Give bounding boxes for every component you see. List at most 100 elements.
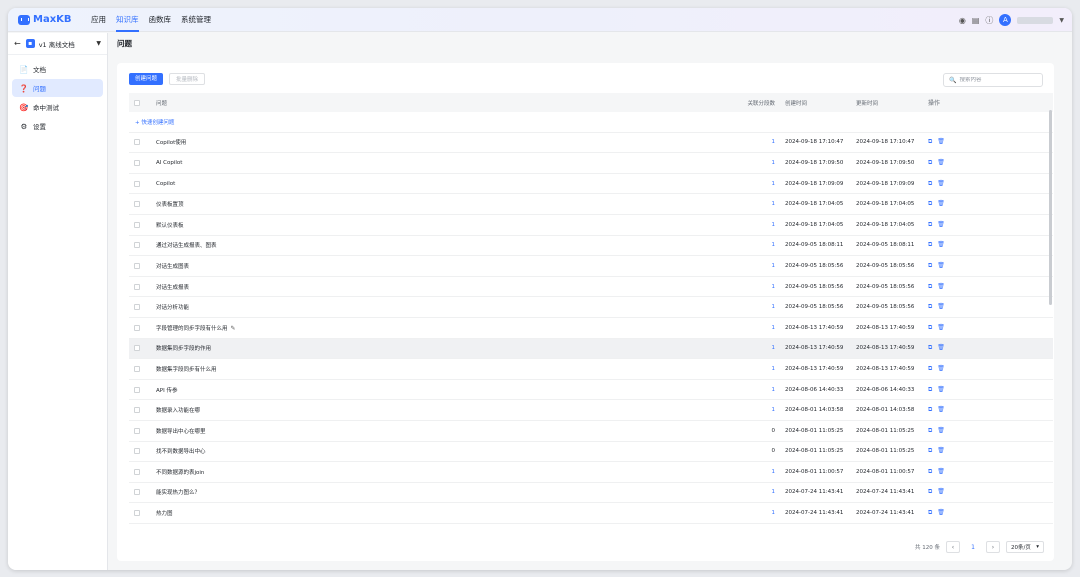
link-icon[interactable]: ⧉ (928, 386, 932, 394)
table-row[interactable]: 对话分析功能 1 2024-09-05 18:05:56 2024-09-05 18:… (129, 297, 1053, 318)
delete-icon[interactable]: 🗑 (937, 241, 945, 249)
nav-item-3[interactable]: 系统管理 (176, 8, 216, 32)
delete-icon[interactable]: 🗑 (937, 283, 945, 291)
link-icon[interactable]: ⧉ (928, 159, 932, 167)
link-icon[interactable]: ⧉ (928, 406, 932, 414)
row-checkbox[interactable] (134, 468, 140, 475)
link-icon[interactable]: ⧉ (928, 221, 932, 229)
link-icon[interactable]: ⧉ (928, 262, 932, 270)
delete-icon[interactable]: 🗑 (937, 386, 945, 394)
row-checkbox[interactable] (134, 489, 140, 496)
link-icon[interactable]: ⧉ (928, 200, 932, 208)
delete-icon[interactable]: 🗑 (937, 468, 945, 476)
chevron-down-icon[interactable]: ▼ (1059, 17, 1064, 24)
row-checkbox[interactable] (134, 201, 140, 208)
nav-item-0[interactable]: 应用 (86, 8, 111, 32)
logo[interactable]: MaxKB (18, 14, 86, 25)
link-icon[interactable]: ⧉ (928, 468, 932, 476)
help-icon[interactable]: ⓘ (985, 15, 993, 26)
link-icon[interactable]: ⧉ (928, 138, 932, 146)
row-checkbox[interactable] (134, 262, 140, 269)
delete-icon[interactable]: 🗑 (937, 406, 945, 414)
delete-icon[interactable]: 🗑 (937, 138, 945, 146)
search-box[interactable]: 🔍 (943, 73, 1043, 87)
table-row[interactable]: 字段管理的同步字段有什么用 ✎ 1 2024-08-13 17:40:59 2024-0… (129, 318, 1053, 339)
link-icon[interactable]: ⧉ (928, 509, 932, 517)
link-icon[interactable]: ⧉ (928, 344, 932, 352)
table-row[interactable]: AI Copilot 1 2024-09-18 17:09:50 2024-09-18… (129, 153, 1053, 174)
delete-icon[interactable]: 🗑 (937, 262, 945, 270)
sidebar-item-2[interactable]: 🎯 命中测试 (12, 98, 103, 116)
table-row[interactable]: 能实现热力图么？ 1 2024-07-24 11:43:41 2024-07-24 1… (129, 483, 1053, 504)
delete-icon[interactable]: 🗑 (937, 159, 945, 167)
page-size-select[interactable]: 20条/页 ▾ (1006, 541, 1044, 553)
link-icon[interactable]: ⧉ (928, 180, 932, 188)
table-row[interactable]: API 传参 1 2024-08-06 14:40:33 2024-08-06 14:… (129, 380, 1053, 401)
link-icon[interactable]: ⧉ (928, 283, 932, 291)
row-checkbox[interactable] (134, 365, 140, 372)
nav-item-2[interactable]: 函数库 (144, 8, 177, 32)
table-row[interactable]: 热力图 1 2024-07-24 11:43:41 2024-07-24 11:43:… (129, 503, 1053, 524)
delete-icon[interactable]: 🗑 (937, 365, 945, 373)
row-checkbox[interactable] (134, 304, 140, 311)
row-checkbox[interactable] (134, 427, 140, 434)
table-row[interactable]: 仪表板置顶 1 2024-09-18 17:04:05 2024-09-18 17:0… (129, 194, 1053, 215)
table-row[interactable]: 数据导出中心在哪里 0 2024-08-01 11:05:25 2024-08-01 … (129, 421, 1053, 442)
row-checkbox[interactable] (134, 159, 140, 166)
chevron-down-icon[interactable]: ▼ (96, 40, 101, 47)
delete-icon[interactable]: 🗑 (937, 447, 945, 455)
row-checkbox[interactable] (134, 448, 140, 455)
delete-icon[interactable]: 🗑 (937, 488, 945, 496)
delete-icon[interactable]: 🗑 (937, 427, 945, 435)
search-input[interactable] (959, 77, 1040, 83)
table-row[interactable]: 数据集字段同步有什么用 1 2024-08-13 17:40:59 2024-08-1… (129, 359, 1053, 380)
delete-icon[interactable]: 🗑 (937, 324, 945, 332)
link-icon[interactable]: ⧉ (928, 365, 932, 373)
sidebar-item-1[interactable]: ❓ 问题 (12, 79, 103, 97)
table-row[interactable]: 默认仪表板 1 2024-09-18 17:04:05 2024-09-18 17:0… (129, 215, 1053, 236)
link-icon[interactable]: ⧉ (928, 241, 932, 249)
select-all-checkbox[interactable] (134, 99, 140, 106)
link-icon[interactable]: ⧉ (928, 447, 932, 455)
sidebar-item-3[interactable]: ⚙ 设置 (12, 117, 103, 135)
row-checkbox[interactable] (134, 345, 140, 352)
link-icon[interactable]: ⧉ (928, 324, 932, 332)
back-arrow-icon[interactable]: ← (14, 39, 21, 48)
prev-page-button[interactable]: ‹ (946, 541, 960, 553)
delete-icon[interactable]: 🗑 (937, 200, 945, 208)
delete-icon[interactable]: 🗑 (937, 303, 945, 311)
row-checkbox[interactable] (134, 221, 140, 228)
row-checkbox[interactable] (134, 324, 140, 331)
table-row[interactable]: Copilot 1 2024-09-18 17:09:09 2024-09-18 17… (129, 174, 1053, 195)
knowledge-base-selector[interactable]: ← ▪ v1 离线文档 ▼ (8, 33, 107, 55)
row-checkbox[interactable] (134, 283, 140, 290)
row-checkbox[interactable] (134, 407, 140, 414)
scrollbar[interactable] (1049, 110, 1052, 305)
row-checkbox[interactable] (134, 510, 140, 517)
username-placeholder[interactable] (1017, 16, 1054, 24)
avatar[interactable]: A (999, 14, 1012, 26)
link-icon[interactable]: ⧉ (928, 427, 932, 435)
edit-icon[interactable]: ✎ (231, 325, 236, 332)
link-icon[interactable]: ⧉ (928, 303, 932, 311)
row-checkbox[interactable] (134, 180, 140, 187)
delete-icon[interactable]: 🗑 (937, 180, 945, 188)
quick-create-link[interactable]: + 快速创建问题 (135, 118, 174, 126)
table-row[interactable]: 数据集同步字段的作用 1 2024-08-13 17:40:59 2024-08-13… (129, 338, 1053, 360)
table-row[interactable]: 对话生成图表 1 2024-09-05 18:05:56 2024-09-05 18:… (129, 256, 1053, 277)
table-row[interactable]: 找不到数据导出中心 0 2024-08-01 11:05:25 2024-08-01 … (129, 442, 1053, 463)
nav-item-1[interactable]: 知识库 (111, 8, 144, 32)
table-row[interactable]: 通过对话生成报表、图表 1 2024-09-05 18:08:11 2024-09-0… (129, 236, 1053, 257)
github-icon[interactable]: ◉ (959, 16, 966, 25)
delete-icon[interactable]: 🗑 (937, 221, 945, 229)
table-row[interactable]: 不同数据源的表join 1 2024-08-01 11:00:57 2024-08-0… (129, 462, 1053, 483)
batch-delete-button[interactable]: 批量删除 (169, 73, 206, 85)
link-icon[interactable]: ⧉ (928, 488, 932, 496)
table-row[interactable]: Copilot使用 1 2024-09-18 17:10:47 2024-09-18 … (129, 133, 1053, 154)
table-row[interactable]: 数据录入功能在哪 1 2024-08-01 14:03:58 2024-08-01 1… (129, 400, 1053, 421)
create-question-button[interactable]: 创建问题 (129, 73, 164, 85)
current-page[interactable]: 1 (966, 541, 980, 553)
table-row[interactable]: 对话生成报表 1 2024-09-05 18:05:56 2024-09-05 18:… (129, 277, 1053, 298)
delete-icon[interactable]: 🗑 (937, 509, 945, 517)
sidebar-item-0[interactable]: 📄 文档 (12, 60, 103, 78)
